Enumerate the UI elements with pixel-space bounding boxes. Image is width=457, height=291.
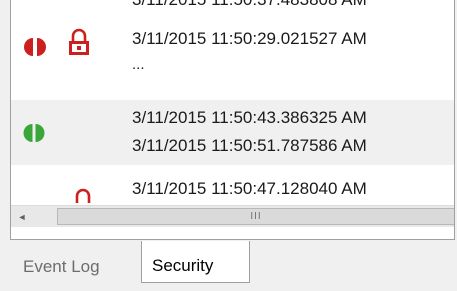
event-timestamp: 3/11/2015 11:50:43.386325 AM <box>132 108 367 127</box>
list-item[interactable]: 3/11/2015 11:50:29.021527 AM ... <box>11 21 454 81</box>
event-timestamp: 3/11/2015 11:50:47.128040 AM <box>132 179 367 198</box>
tab-event-log[interactable]: Event Log <box>17 252 106 282</box>
scrollbar-grip-icon: III <box>250 211 262 222</box>
split-red-circle-icon <box>24 38 46 56</box>
event-list-panel: 3/11/2015 11:50:37.483808 AM 3/11/2015 1… <box>10 0 455 240</box>
tab-strip: Event Log Security <box>10 240 457 288</box>
list-item[interactable]: 3/11/2015 11:50:43.386325 AM 3/11/2015 1… <box>11 100 454 165</box>
scrollbar-thumb[interactable]: III <box>57 208 454 225</box>
event-timestamp: 3/11/2015 11:50:29.021527 AM <box>132 29 367 48</box>
event-timestamp: 3/11/2015 11:50:37.483808 AM <box>132 0 367 12</box>
scroll-left-button[interactable]: ◄ <box>11 206 33 227</box>
scroll-left-arrow-icon: ◄ <box>17 211 27 222</box>
event-more-text: ... <box>132 56 145 73</box>
list-item[interactable]: 3/11/2015 11:50:37.483808 AM <box>11 0 454 12</box>
event-list[interactable]: 3/11/2015 11:50:37.483808 AM 3/11/2015 1… <box>11 0 454 205</box>
list-item[interactable]: 3/11/2015 11:50:47.128040 AM <box>11 172 454 205</box>
unlocked-padlock-icon <box>69 28 89 55</box>
padlock-icon <box>75 188 91 203</box>
tab-security[interactable]: Security <box>141 241 250 283</box>
split-green-circle-icon <box>23 124 45 142</box>
horizontal-scrollbar[interactable]: ◄ III <box>11 205 454 227</box>
event-timestamp-secondary: 3/11/2015 11:50:51.787586 AM <box>132 136 367 155</box>
